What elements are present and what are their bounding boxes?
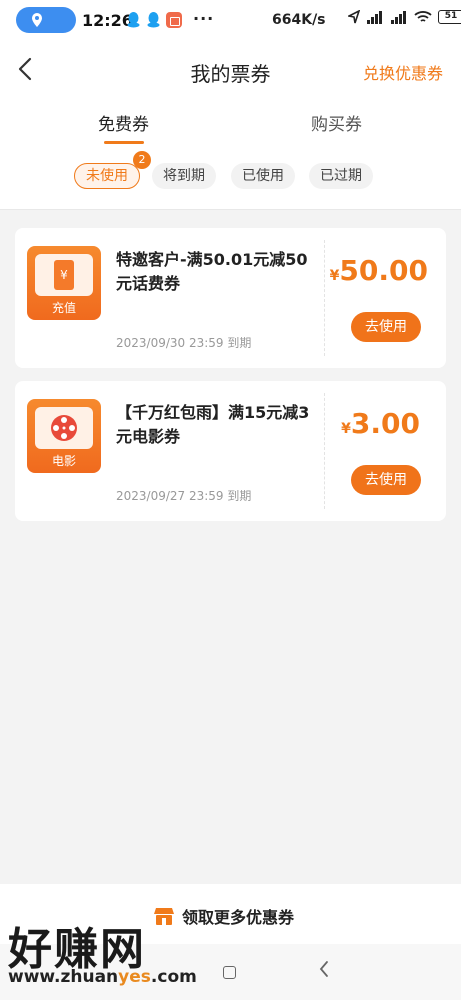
filter-unused[interactable]: 未使用 [74, 163, 140, 189]
wifi-icon [414, 11, 432, 22]
use-coupon-button[interactable]: 去使用 [351, 312, 421, 342]
app-notification-icon [166, 11, 182, 28]
coupon-amount: 50.00 [339, 254, 428, 287]
coupon-title: 【千万红包雨】满15元减3元电影券 [116, 403, 310, 446]
notification-icons [126, 11, 182, 28]
film-reel-icon: 电影 [27, 399, 101, 473]
more-notifications-icon: ··· [193, 9, 215, 28]
signal-hd-icon [391, 11, 406, 24]
watermark-url-part: www.zhuan [8, 967, 119, 987]
site-watermark: 好赚网 www.zhuanyes.com [2, 913, 197, 993]
coupon-amount: 3.00 [350, 407, 420, 440]
currency-symbol: ¥ [341, 421, 351, 437]
qq-penguin-icon [127, 12, 140, 28]
filter-used[interactable]: 已使用 [231, 163, 295, 189]
tab-free-coupons[interactable]: 免费券 [98, 110, 149, 135]
coupon-card[interactable]: 电影 【千万红包雨】满15元减3元电影券 2023/09/27 23:59 到期… [15, 381, 446, 521]
back-button[interactable] [10, 54, 40, 84]
svg-text:¥: ¥ [60, 268, 68, 282]
unused-count-badge: 2 [133, 151, 151, 169]
currency-symbol: ¥ [329, 268, 340, 284]
coupon-expiry: 2023/09/30 23:59 到期 [116, 336, 252, 350]
coupon-icon-label: 充值 [51, 301, 76, 315]
watermark-url-highlight: yes [118, 967, 151, 987]
chevron-left-icon [18, 57, 32, 81]
watermark-url: www.zhuanyes.com [8, 967, 197, 987]
system-icons: 51 [348, 10, 461, 24]
exchange-coupon-button[interactable]: 兑换优惠券 [363, 60, 443, 84]
network-speed: 664K/s [272, 12, 326, 28]
coupon-price: ¥3.00 [310, 407, 420, 440]
use-coupon-button[interactable]: 去使用 [351, 465, 421, 495]
coupon-icon-label: 电影 [51, 454, 76, 468]
active-tab-indicator [104, 141, 144, 144]
battery-icon: 51 [438, 10, 461, 24]
nav-back-icon [319, 961, 328, 977]
get-more-coupons-label: 领取更多优惠券 [182, 908, 295, 927]
location-pin-icon [32, 13, 42, 27]
location-pill [16, 7, 76, 33]
status-bar: 12:26 ··· 664K/s 51 [0, 0, 461, 40]
location-arrow-icon [348, 10, 360, 24]
coupon-price: ¥50.00 [318, 254, 428, 287]
tab-purchased-coupons[interactable]: 购买券 [311, 110, 362, 135]
coupon-card[interactable]: ¥ 充值 特邀客户-满50.01元减50元话费券 2023/09/30 23:5… [15, 228, 446, 368]
app-header: 我的票券 兑换优惠券 [0, 40, 461, 100]
tabs-area: 免费券 购买券 未使用 2 将到期 已使用 已过期 [0, 100, 461, 210]
qq-penguin-icon [147, 12, 160, 28]
phone-recharge-icon: ¥ 充值 [27, 246, 101, 320]
nav-back-button[interactable] [318, 960, 330, 982]
filter-expired[interactable]: 已过期 [309, 163, 373, 189]
signal-icon [367, 11, 382, 24]
filter-expiring[interactable]: 将到期 [152, 163, 216, 189]
nav-home-button[interactable] [223, 966, 236, 979]
coupon-title: 特邀客户-满50.01元减50元话费券 [116, 250, 308, 293]
coupon-expiry: 2023/09/27 23:59 到期 [116, 489, 252, 503]
watermark-url-part: .com [150, 967, 197, 987]
